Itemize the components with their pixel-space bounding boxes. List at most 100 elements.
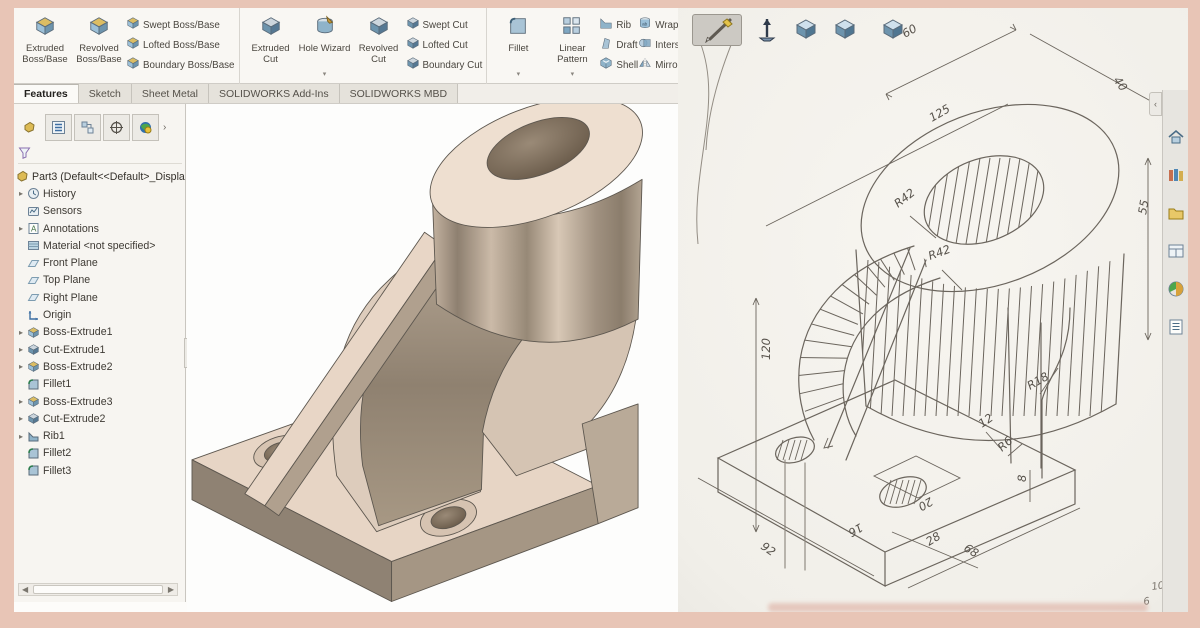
- tree-item-right-plane[interactable]: Right Plane: [16, 289, 184, 306]
- toolbar-button-linear-pattern[interactable]: Linear Pattern▾: [545, 11, 599, 79]
- home-icon[interactable]: [1167, 128, 1185, 146]
- scrollbar-thumb[interactable]: [33, 585, 163, 594]
- toolbar-button-boundary-cut[interactable]: Boundary Cut: [406, 55, 483, 75]
- toolbar-button-label: Revolved Boss/Base: [72, 44, 126, 65]
- tree-item-cut-extrude1[interactable]: ▸ Cut-Extrude1: [16, 341, 184, 358]
- tree-item-origin[interactable]: Origin: [16, 306, 184, 323]
- tree-item-material-not-specified-[interactable]: Material <not specified>: [16, 237, 184, 254]
- reference-axis-button[interactable]: [755, 16, 779, 44]
- dimension-label: 55: [1135, 199, 1151, 216]
- toolbar-group: Extruded Boss/Base Revolved Boss/Base Sw…: [14, 8, 240, 84]
- tree-item-label: Origin: [43, 309, 71, 321]
- tree-item-boss-extrude2[interactable]: ▸ Boss-Extrude2: [16, 358, 184, 375]
- view-orientation-cube-button[interactable]: [880, 18, 906, 44]
- toolbar-button-lofted-boss-base[interactable]: Lofted Boss/Base: [126, 35, 235, 55]
- expand-panel-chevron-icon[interactable]: ›: [163, 122, 166, 133]
- toolbar-button-extruded-boss-base[interactable]: Extruded Boss/Base: [18, 11, 72, 79]
- tree-item-rib1[interactable]: ▸ Rib1: [16, 427, 184, 444]
- feature-tree-scrollbar[interactable]: ◀ ▶: [18, 583, 178, 596]
- tab-features[interactable]: Features: [14, 84, 79, 103]
- design-library-icon[interactable]: [1167, 166, 1185, 184]
- task-pane-strip: [1162, 90, 1188, 612]
- featuremanager-design-tree-tab[interactable]: [16, 114, 43, 141]
- tree-item-label: Boss-Extrude1: [43, 326, 112, 338]
- displaymanager-tab[interactable]: [132, 114, 159, 141]
- commandmanager-tabs: FeaturesSketchSheet MetalSOLIDWORKS Add-…: [14, 84, 678, 104]
- toolbar-button-swept-boss-base[interactable]: Swept Boss/Base: [126, 15, 235, 35]
- expand-arrow-icon[interactable]: ▸: [16, 328, 26, 337]
- tree-item-fillet3[interactable]: Fillet3: [16, 462, 184, 479]
- toolbar-button-label: Mirror: [655, 60, 681, 71]
- toolbar-button-swept-cut[interactable]: Swept Cut: [406, 15, 483, 35]
- toolbar-stack: Rib Draft Shell: [599, 11, 638, 75]
- toolbar-button-extruded-cut[interactable]: Extruded Cut: [244, 11, 298, 79]
- fillet-tree-icon: [26, 378, 40, 391]
- dropdown-caret-icon[interactable]: ▾: [571, 70, 575, 78]
- tree-item-top-plane[interactable]: Top Plane: [16, 272, 184, 289]
- expand-arrow-icon[interactable]: ▸: [16, 362, 26, 371]
- feature-tree-filter: [18, 146, 182, 164]
- dropdown-caret-icon[interactable]: ▾: [517, 70, 521, 78]
- custom-properties-icon[interactable]: [1167, 318, 1185, 336]
- tab-sheet-metal[interactable]: Sheet Metal: [132, 84, 209, 103]
- tree-item-cut-extrude2[interactable]: ▸ Cut-Extrude2: [16, 410, 184, 427]
- bracket-3d-model: [187, 104, 678, 612]
- tree-item-front-plane[interactable]: Front Plane: [16, 254, 184, 271]
- tree-root-item[interactable]: Part3 (Default<<Default>_Displa: [16, 168, 184, 185]
- tree-item-boss-extrude1[interactable]: ▸ Boss-Extrude1: [16, 324, 184, 341]
- tree-item-sensors[interactable]: Sensors: [16, 203, 184, 220]
- revolved-boss-icon: [88, 15, 110, 42]
- dropdown-caret-icon[interactable]: ▾: [323, 70, 327, 78]
- expand-arrow-icon[interactable]: ▸: [16, 189, 26, 198]
- appearances-icon[interactable]: [1167, 280, 1185, 298]
- view-orientation-cube-button[interactable]: [793, 18, 819, 44]
- expand-arrow-icon[interactable]: ▸: [16, 345, 26, 354]
- toolbar-button-revolved-boss-base[interactable]: Revolved Boss/Base: [72, 11, 126, 79]
- expand-arrow-icon[interactable]: ▸: [16, 224, 26, 233]
- view-palette-icon[interactable]: [1167, 242, 1185, 260]
- iso-cube-icon: [794, 17, 818, 46]
- expand-arrow-icon[interactable]: ▸: [16, 414, 26, 423]
- toolbar-group: Extruded CutHole Wizard▾ Revolved Cut Sw…: [240, 8, 488, 84]
- model-viewport[interactable]: [187, 104, 678, 612]
- toolbar-button-draft[interactable]: Draft: [599, 35, 638, 55]
- dimxpert-manager-tab[interactable]: [103, 114, 130, 141]
- view-orientation-cube-button[interactable]: [832, 18, 858, 44]
- toolbar-button-shell[interactable]: Shell: [599, 55, 638, 75]
- selected-sketch-tool-button[interactable]: [692, 14, 742, 46]
- toolbar-button-lofted-cut[interactable]: Lofted Cut: [406, 35, 483, 55]
- mirror-icon: [638, 56, 652, 75]
- tree-item-label: Rib1: [43, 430, 65, 442]
- file-explorer-icon[interactable]: [1167, 204, 1185, 222]
- tree-item-history[interactable]: ▸History: [16, 185, 184, 202]
- intersect-icon: [638, 36, 652, 55]
- tree-item-fillet2[interactable]: Fillet2: [16, 445, 184, 462]
- tree-item-label: Boss-Extrude3: [43, 396, 112, 408]
- toolbar-button-hole-wizard[interactable]: Hole Wizard▾: [298, 11, 352, 79]
- toolbar-button-boundary-boss-base[interactable]: Boundary Boss/Base: [126, 55, 235, 75]
- tree-item-fillet1[interactable]: Fillet1: [16, 376, 184, 393]
- configuration-manager-tab[interactable]: [74, 114, 101, 141]
- toolbar-button-revolved-cut[interactable]: Revolved Cut: [352, 11, 406, 79]
- filter-funnel-icon[interactable]: [18, 146, 31, 163]
- tab-sketch[interactable]: Sketch: [79, 84, 132, 103]
- lofted-boss-icon: [126, 36, 140, 55]
- toolbar-button-label: Fillet: [508, 44, 528, 55]
- tab-solidworks-mbd[interactable]: SOLIDWORKS MBD: [340, 84, 458, 103]
- extruded-cut-icon: [260, 15, 282, 42]
- propertymanager-tab[interactable]: [45, 114, 72, 141]
- tree-item-annotations[interactable]: ▸AAnnotations: [16, 220, 184, 237]
- sketch-tool-icon: [700, 17, 734, 43]
- toolbar-button-label: Boundary Cut: [423, 60, 483, 71]
- plane-icon: [26, 257, 40, 270]
- toolbar-button-label: Draft: [616, 40, 637, 51]
- expand-arrow-icon[interactable]: ▸: [16, 432, 26, 441]
- tree-item-boss-extrude3[interactable]: ▸ Boss-Extrude3: [16, 393, 184, 410]
- toolbar-button-fillet[interactable]: Fillet ▾: [491, 11, 545, 79]
- task-pane-collapse-icon[interactable]: ‹: [1149, 92, 1162, 116]
- expand-arrow-icon[interactable]: ▸: [16, 397, 26, 406]
- scroll-left-arrow-icon[interactable]: ◀: [19, 585, 31, 594]
- toolbar-button-rib[interactable]: Rib: [599, 15, 638, 35]
- tab-solidworks-add-ins[interactable]: SOLIDWORKS Add-Ins: [209, 84, 340, 103]
- scroll-right-arrow-icon[interactable]: ▶: [165, 585, 177, 594]
